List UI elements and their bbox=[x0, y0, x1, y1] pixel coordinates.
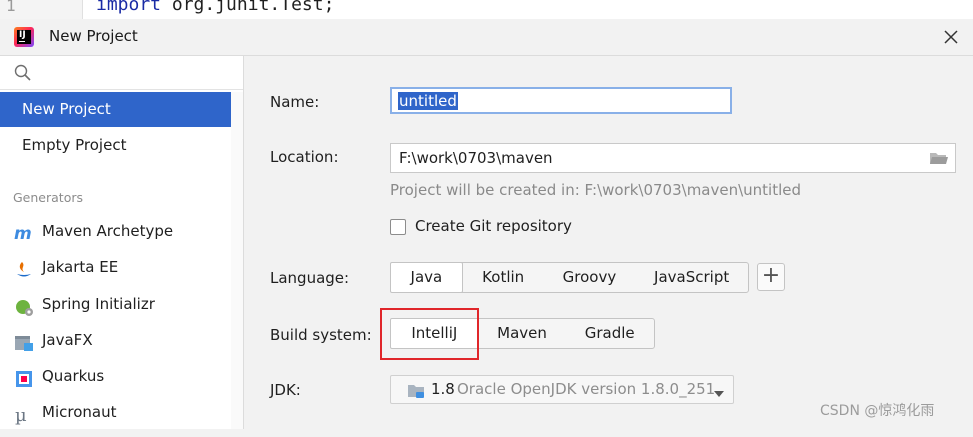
generator-quarkus[interactable]: Quarkus bbox=[0, 359, 231, 393]
quarkus-icon bbox=[14, 367, 34, 387]
generator-label: Maven Archetype bbox=[42, 222, 174, 240]
generators-header: Generators bbox=[13, 190, 83, 205]
watermark: CSDN @惊鸿化雨 bbox=[820, 403, 935, 419]
svg-text:m: m bbox=[14, 224, 32, 244]
generator-label: Quarkus bbox=[42, 367, 105, 385]
spring-icon bbox=[14, 295, 34, 316]
name-input[interactable]: untitled bbox=[390, 87, 732, 114]
jdk-folder-icon bbox=[407, 382, 429, 400]
code-semicolon: ; bbox=[323, 0, 335, 15]
chevron-down-icon bbox=[713, 385, 725, 403]
location-hint: Project will be created in: F:\work\0703… bbox=[390, 181, 802, 199]
generator-javafx[interactable]: JavaFX bbox=[0, 323, 231, 357]
language-selector: Java Kotlin Groovy JavaScript bbox=[390, 262, 749, 293]
language-option-javascript[interactable]: JavaScript bbox=[635, 263, 748, 292]
sidebar-item-empty-project[interactable]: Empty Project bbox=[0, 128, 231, 163]
build-system-label: Build system: bbox=[270, 326, 372, 344]
jdk-detail: Oracle OpenJDK version 1.8.0_251 bbox=[457, 380, 716, 398]
svg-text:µ: µ bbox=[15, 405, 27, 425]
generator-label: JavaFX bbox=[42, 331, 93, 349]
maven-icon: m bbox=[14, 222, 34, 244]
generator-jakarta-ee[interactable]: Jakarta EE bbox=[0, 250, 231, 284]
dialog-titlebar: IJ New Project bbox=[0, 19, 973, 56]
jdk-label: JDK: bbox=[270, 381, 301, 399]
code-class: Test bbox=[280, 0, 324, 15]
generator-label: Micronaut bbox=[42, 403, 117, 421]
git-checkbox-label: Create Git repository bbox=[415, 217, 572, 235]
search-icon bbox=[14, 64, 31, 81]
build-option-maven[interactable]: Maven bbox=[479, 319, 566, 348]
name-label: Name: bbox=[270, 93, 320, 111]
generator-spring-initializr[interactable]: Spring Initializr bbox=[0, 287, 231, 321]
add-language-button[interactable]: + bbox=[757, 263, 785, 291]
location-value: F:\work\0703\maven bbox=[399, 149, 553, 167]
location-label: Location: bbox=[270, 148, 339, 166]
generator-label: Spring Initializr bbox=[42, 295, 155, 313]
code-keyword: import bbox=[96, 0, 162, 15]
dialog-title: New Project bbox=[49, 27, 138, 45]
javafx-icon bbox=[14, 331, 34, 351]
code-package: org.junit. bbox=[161, 0, 281, 15]
sidebar-scrollbar[interactable] bbox=[231, 92, 243, 429]
generator-maven-archetype[interactable]: m Maven Archetype bbox=[0, 214, 231, 248]
project-settings-form: Name: untitled Location: F:\work\0703\ma… bbox=[244, 56, 973, 429]
jdk-version: 1.8 bbox=[431, 380, 455, 398]
language-label: Language: bbox=[270, 269, 350, 287]
intellij-idea-icon: IJ bbox=[14, 27, 34, 47]
git-checkbox[interactable] bbox=[390, 219, 406, 235]
code-line: import org.junit.Test; bbox=[96, 0, 334, 15]
generator-label: Jakarta EE bbox=[42, 258, 119, 276]
jdk-dropdown[interactable]: 1.8 Oracle OpenJDK version 1.8.0_251 bbox=[390, 375, 734, 404]
editor-gutter: 1 bbox=[0, 0, 83, 19]
close-icon[interactable] bbox=[940, 26, 962, 48]
sidebar-search-input[interactable] bbox=[36, 61, 235, 85]
editor-background: 1 import org.junit.Test; bbox=[0, 0, 973, 20]
micronaut-icon: µ bbox=[14, 403, 34, 426]
language-option-groovy[interactable]: Groovy bbox=[544, 263, 636, 292]
highlight-box bbox=[380, 308, 479, 360]
language-option-java[interactable]: Java bbox=[390, 262, 463, 293]
location-input[interactable]: F:\work\0703\maven bbox=[390, 143, 956, 173]
sidebar-item-new-project[interactable]: New Project bbox=[0, 92, 231, 127]
name-value: untitled bbox=[398, 92, 458, 110]
generator-micronaut[interactable]: µ Micronaut bbox=[0, 395, 231, 429]
jakarta-ee-icon bbox=[14, 258, 34, 278]
build-option-gradle[interactable]: Gradle bbox=[565, 319, 654, 348]
line-number: 1 bbox=[6, 0, 16, 15]
language-option-kotlin[interactable]: Kotlin bbox=[463, 263, 544, 292]
sidebar-search bbox=[0, 56, 243, 90]
project-type-sidebar: New Project Empty Project Generators m M… bbox=[0, 56, 244, 429]
folder-icon[interactable] bbox=[929, 150, 949, 166]
